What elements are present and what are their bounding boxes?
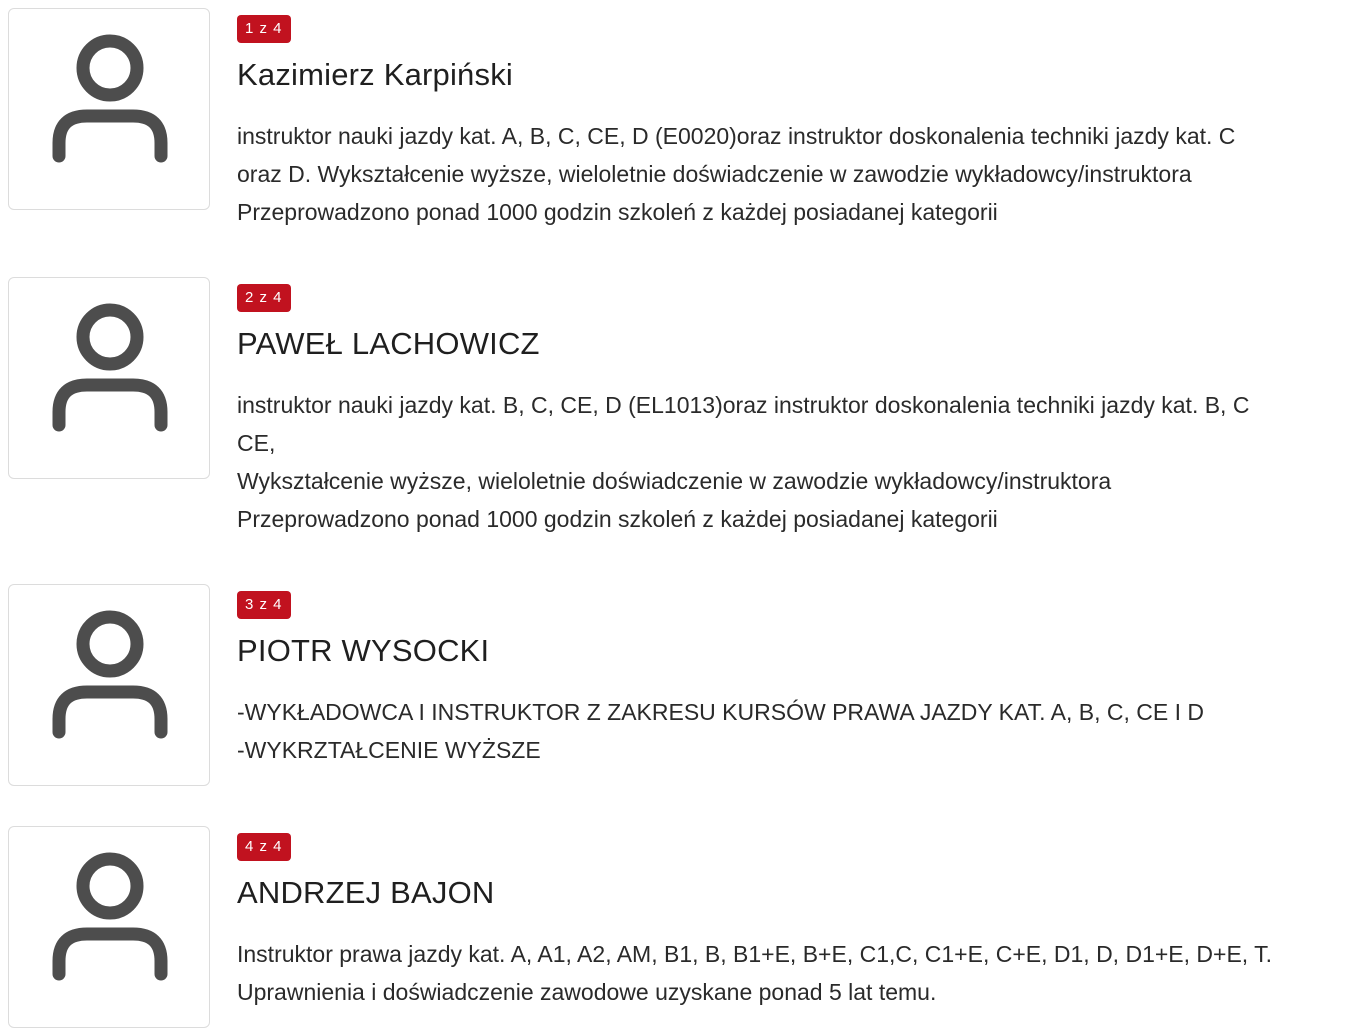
instructor-description: -WYKŁADOWCA I INSTRUKTOR Z ZAKRESU KURSÓ… xyxy=(237,699,1204,763)
instructor-name: PIOTR WYSOCKI xyxy=(237,633,490,668)
instructor-content: 2 z 4 PAWEŁ LACHOWICZ instruktor nauki j… xyxy=(237,284,1342,538)
instructor-description: Instruktor prawa jazdy kat. A, A1, A2, A… xyxy=(237,941,1273,1005)
instructor-content: 4 z 4 ANDRZEJ BAJON Instruktor prawa jaz… xyxy=(237,833,1342,1011)
avatar xyxy=(8,8,210,210)
instructor-name: Kazimierz Karpiński xyxy=(237,57,513,92)
user-icon xyxy=(52,34,168,163)
counter-badge: 3 z 4 xyxy=(237,591,291,619)
avatar xyxy=(8,584,210,786)
instructor-name: PAWEŁ LACHOWICZ xyxy=(237,326,540,361)
counter-badge: 1 z 4 xyxy=(237,15,291,43)
user-icon xyxy=(52,610,168,739)
avatar xyxy=(8,277,210,479)
instructor-content: 3 z 4 PIOTR WYSOCKI -WYKŁADOWCA I INSTRU… xyxy=(237,591,1342,769)
instructor-content: 1 z 4 Kazimierz Karpiński instruktor nau… xyxy=(237,15,1342,231)
avatar xyxy=(8,826,210,1028)
counter-badge: 4 z 4 xyxy=(237,833,291,861)
instructor-name: ANDRZEJ BAJON xyxy=(237,875,495,910)
instructor-description: instruktor nauki jazdy kat. A, B, C, CE,… xyxy=(237,123,1236,225)
user-icon xyxy=(52,303,168,432)
user-icon xyxy=(52,852,168,981)
instructor-description: instruktor nauki jazdy kat. B, C, CE, D … xyxy=(237,392,1250,532)
counter-badge: 2 z 4 xyxy=(237,284,291,312)
